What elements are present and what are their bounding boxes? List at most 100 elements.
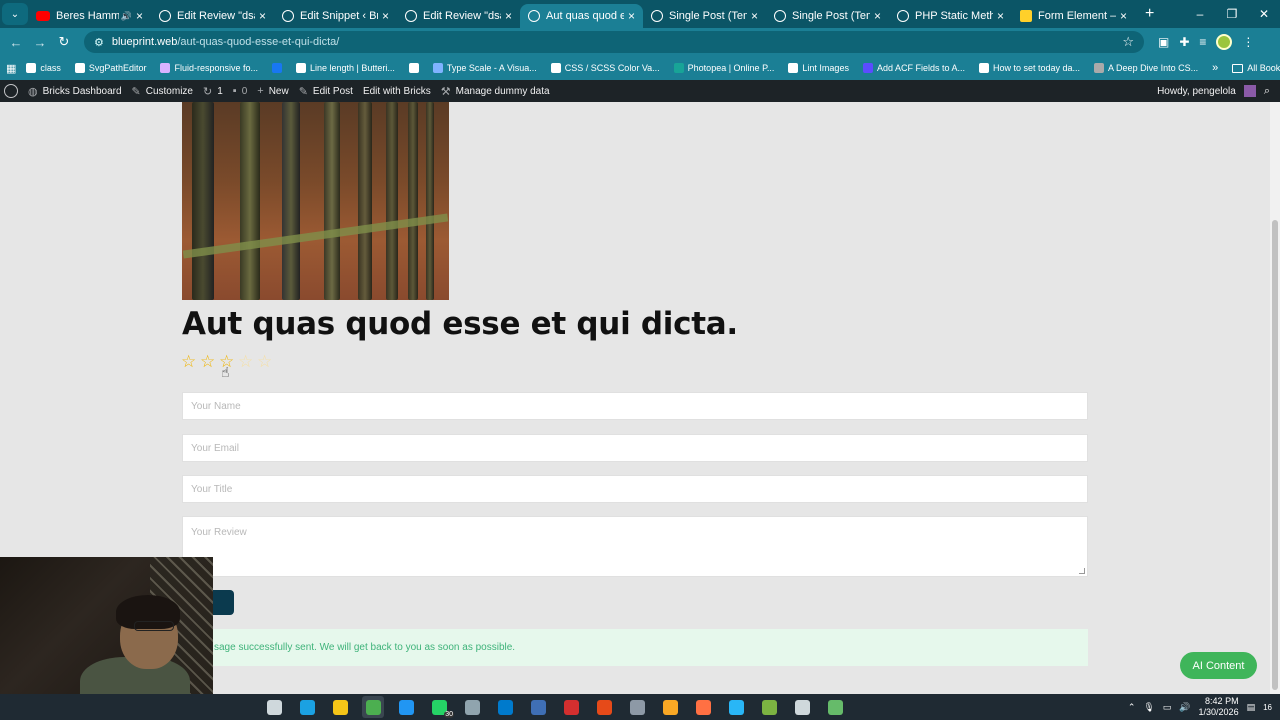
edge-icon[interactable] <box>296 696 318 718</box>
rating-star-icon[interactable]: ☆ <box>238 352 255 372</box>
media-icon[interactable]: ≡ <box>1199 35 1206 49</box>
app-icon[interactable] <box>758 696 780 718</box>
new-content-link[interactable]: + New <box>257 85 288 97</box>
updates-link[interactable]: ↻ 1 <box>203 85 223 98</box>
close-tab-icon[interactable]: × <box>751 9 758 23</box>
app-icon[interactable] <box>626 696 648 718</box>
tray-chevron-icon[interactable]: ⌃ <box>1128 702 1136 713</box>
menu-dots-icon[interactable]: ⋮ <box>1242 35 1254 49</box>
bookmark-item[interactable]: Add ACF Fields to A... <box>862 63 965 73</box>
app-icon[interactable] <box>791 696 813 718</box>
new-tab-icon[interactable]: + <box>1145 5 1154 23</box>
browser-tab[interactable]: Beres Hammond🔊 × <box>28 4 151 28</box>
puzzle-icon[interactable]: ✚ <box>1179 35 1189 49</box>
microphone-icon[interactable]: 🎙 <box>1143 702 1154 713</box>
wordpress-logo-icon[interactable] <box>4 84 18 98</box>
search-icon[interactable]: ⌕ <box>1264 85 1270 98</box>
manage-dummy-data-link[interactable]: ⚒ Manage dummy data <box>441 85 550 98</box>
browser-tab[interactable]: Edit Review "dsada" × <box>151 4 274 28</box>
app-icon[interactable] <box>395 696 417 718</box>
app-icon[interactable] <box>692 696 714 718</box>
close-tab-icon[interactable]: × <box>1120 9 1127 23</box>
bookmark-item[interactable]: Fluid-responsive fo... <box>160 63 258 73</box>
bookmark-item[interactable]: class <box>26 63 61 73</box>
filezilla-icon[interactable] <box>560 696 582 718</box>
more-bookmarks-icon[interactable]: » <box>1212 62 1218 74</box>
edit-post-link[interactable]: ✎ Edit Post <box>299 85 353 98</box>
close-tab-icon[interactable]: × <box>997 9 1004 23</box>
file-explorer-icon[interactable] <box>329 696 351 718</box>
bookmark-item[interactable] <box>272 63 286 73</box>
browser-tab[interactable]: Edit Review "dsada" × <box>397 4 520 28</box>
app-icon[interactable] <box>659 696 681 718</box>
reload-icon[interactable]: ↻ <box>52 34 76 50</box>
apps-icon[interactable]: ▦ <box>6 62 16 75</box>
resize-grip-icon[interactable] <box>1079 568 1085 574</box>
app-icon[interactable] <box>461 696 483 718</box>
rating-star-icon[interactable]: ☆ <box>200 352 217 372</box>
your-name-input[interactable]: Your Name <box>182 392 1088 420</box>
bookmark-item[interactable]: How to set today da... <box>979 63 1080 73</box>
bookmark-item[interactable]: A Deep Dive Into CS... <box>1094 63 1198 73</box>
site-info-icon[interactable]: ⚙ <box>94 36 104 49</box>
address-bar[interactable]: ⚙ blueprint.web/aut-quas-quod-esse-et-qu… <box>84 31 1144 53</box>
bookmark-item[interactable]: Photopea | Online P... <box>673 63 774 73</box>
comments-link[interactable]: ▪ 0 <box>233 85 247 97</box>
scrollbar-thumb[interactable] <box>1272 220 1278 690</box>
vscode-icon[interactable] <box>494 696 516 718</box>
close-tab-icon[interactable]: × <box>874 9 881 23</box>
network-icon[interactable]: ▭ <box>1163 702 1172 713</box>
bookmark-item[interactable]: SvgPathEditor <box>74 63 146 73</box>
close-tab-icon[interactable]: × <box>259 9 266 23</box>
git-icon[interactable] <box>593 696 615 718</box>
profile-avatar[interactable] <box>1216 34 1233 50</box>
close-tab-icon[interactable]: × <box>382 9 389 23</box>
back-icon[interactable]: ← <box>4 35 28 50</box>
your-review-textarea[interactable]: Your Review <box>182 516 1088 577</box>
bricks-dashboard-link[interactable]: ◍ Bricks Dashboard <box>28 85 122 98</box>
browser-tab[interactable]: Edit Snippet ‹ Bricks × <box>274 4 397 28</box>
browser-tab[interactable]: PHP Static Method E × <box>889 4 1012 28</box>
browser-tab[interactable]: Single Post (Template × <box>643 4 766 28</box>
task-view-icon[interactable] <box>263 696 285 718</box>
ai-content-button[interactable]: AI Content <box>1180 652 1257 679</box>
rating-star-icon[interactable]: ☆ <box>181 352 198 372</box>
rating-star-icon[interactable]: ☆ <box>257 352 274 372</box>
tab-search-icon[interactable]: ⌄ <box>2 3 28 25</box>
extension-icon[interactable]: ▣ <box>1158 35 1169 49</box>
customize-link[interactable]: ✎ Customize <box>132 85 193 98</box>
whatsapp-icon[interactable]: 30 <box>428 696 454 718</box>
forward-icon[interactable]: → <box>28 35 52 50</box>
restore-icon[interactable]: ❐ <box>1216 0 1248 28</box>
bookmark-item[interactable]: Type Scale - A Visua... <box>432 63 537 73</box>
howdy-user[interactable]: Howdy, pengelola <box>1157 86 1236 97</box>
app-icon[interactable] <box>824 696 846 718</box>
volume-icon[interactable]: 🔊 <box>1179 702 1190 713</box>
browser-tab[interactable]: Aut quas quod esse × <box>520 4 643 28</box>
browser-tab[interactable]: Single Post (Template × <box>766 4 889 28</box>
edit-with-bricks-link[interactable]: Edit with Bricks <box>363 86 431 97</box>
close-tab-icon[interactable]: × <box>505 9 512 23</box>
page-scrollbar[interactable] <box>1270 102 1280 694</box>
bookmark-item[interactable] <box>408 63 423 73</box>
app-icon[interactable] <box>725 696 747 718</box>
browser-tab[interactable]: Form Element – Brick × <box>1012 4 1135 28</box>
close-tab-icon[interactable]: × <box>136 9 143 23</box>
user-avatar[interactable] <box>1243 85 1256 97</box>
all-bookmarks[interactable]: All Bookmarks <box>1232 63 1280 73</box>
bookmark-item[interactable]: Line length | Butteri... <box>296 63 395 73</box>
chrome-icon[interactable] <box>362 696 384 718</box>
your-email-input[interactable]: Your Email <box>182 434 1088 462</box>
system-clock[interactable]: 8:42 PM 1/30/2026 <box>1199 696 1239 718</box>
bookmark-item[interactable]: Lint Images <box>788 63 849 73</box>
bookmark-star-icon[interactable]: ☆ <box>1122 34 1134 50</box>
tab-audio-icon[interactable]: 🔊 <box>121 11 132 22</box>
app-icon[interactable] <box>527 696 549 718</box>
bookmark-item[interactable]: CSS / SCSS Color Va... <box>550 63 660 73</box>
close-window-icon[interactable]: ✕ <box>1248 0 1280 28</box>
notifications-icon[interactable]: ▤ <box>1247 702 1256 713</box>
minimize-icon[interactable]: – <box>1184 0 1216 28</box>
close-tab-icon[interactable]: × <box>628 9 635 23</box>
your-title-input[interactable]: Your Title <box>182 475 1088 503</box>
start-icon[interactable] <box>230 696 252 718</box>
